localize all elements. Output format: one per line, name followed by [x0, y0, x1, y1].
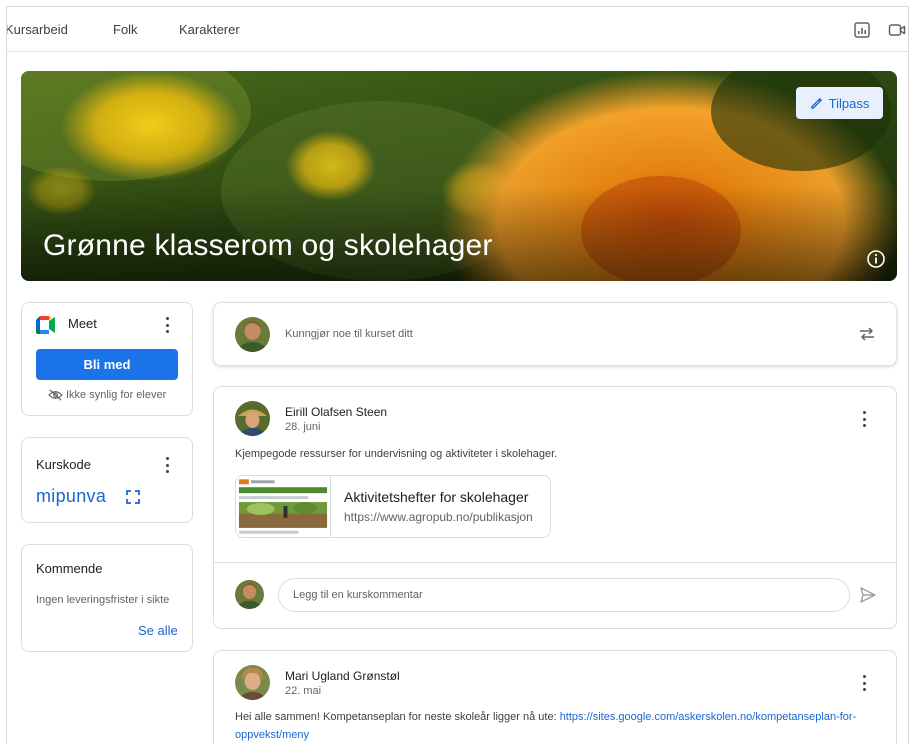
class-banner: Grønne klasserom og skolehager Tilpass	[21, 71, 897, 281]
post-more-icon[interactable]	[862, 675, 866, 691]
attachment-card[interactable]: Aktivitetshefter for skolehager https://…	[235, 475, 551, 538]
video-icon[interactable]	[888, 21, 906, 39]
post-text: Hei alle sammen! Kompetanseplan for nest…	[235, 708, 875, 744]
divider	[214, 562, 896, 563]
upcoming-label: Kommende	[36, 561, 103, 576]
attachment-thumbnail	[236, 476, 331, 537]
repost-icon[interactable]	[857, 324, 877, 344]
top-nav: Kursarbeid Folk Karakterer	[7, 7, 908, 52]
class-code-card: Kurskode mipunva	[21, 437, 193, 523]
upcoming-empty-text: Ingen leveringsfrister i sikte	[36, 594, 170, 606]
tab-karakterer[interactable]: Karakterer	[179, 22, 240, 37]
upcoming-card: Kommende Ingen leveringsfrister i sikte …	[21, 544, 193, 652]
attachment-url: https://www.agropub.no/publikasjoner	[344, 510, 532, 524]
classroom-window: Kursarbeid Folk Karakterer Grønne klasse…	[6, 6, 909, 744]
fullscreen-icon[interactable]	[126, 490, 140, 504]
see-all-link[interactable]: Se alle	[138, 623, 178, 638]
announce-box[interactable]: Kunngjør noe til kurset ditt	[213, 302, 897, 366]
tab-folk[interactable]: Folk	[113, 22, 138, 37]
visibility-note-text: Ikke synlig for elever	[66, 389, 167, 401]
visibility-note: Ikke synlig for elever	[48, 389, 166, 401]
join-meet-button[interactable]: Bli med	[36, 349, 178, 380]
class-code-value: mipunva	[36, 486, 107, 506]
info-icon[interactable]	[866, 249, 886, 269]
post-author[interactable]: Mari Ugland Grønstøl	[285, 669, 400, 683]
class-code-more-icon[interactable]	[165, 457, 169, 473]
meet-label: Meet	[68, 316, 97, 331]
post-date: 22. mai	[285, 685, 322, 697]
comment-placeholder: Legg til en kurskommentar	[293, 589, 423, 601]
eye-off-icon	[48, 389, 63, 401]
author-avatar	[235, 401, 270, 436]
stream-post: Mari Ugland Grønstøl 22. mai Hei alle sa…	[213, 650, 897, 744]
post-more-icon[interactable]	[862, 411, 866, 427]
customize-label: Tilpass	[828, 95, 870, 111]
send-icon[interactable]	[859, 586, 877, 604]
gradebook-icon[interactable]	[853, 21, 871, 39]
comment-input[interactable]: Legg til en kurskommentar	[278, 578, 850, 612]
attachment-title: Aktivitetshefter for skolehager	[344, 489, 529, 505]
meet-logo-icon	[36, 316, 55, 334]
post-author[interactable]: Eirill Olafsen Steen	[285, 405, 387, 419]
customize-button[interactable]: Tilpass	[796, 87, 883, 119]
meet-card: Meet Bli med Ikke synlig for elever	[21, 302, 193, 416]
author-avatar	[235, 665, 270, 700]
tab-kursarbeid[interactable]: Kursarbeid	[7, 22, 68, 37]
post-text: Kjempegode ressurser for undervisning og…	[235, 448, 558, 460]
avatar	[235, 317, 270, 352]
class-code-label: Kurskode	[36, 457, 91, 472]
announce-placeholder: Kunngjør noe til kurset ditt	[285, 328, 413, 340]
pencil-icon	[810, 97, 822, 109]
commenter-avatar	[235, 580, 264, 609]
stream-post: Eirill Olafsen Steen 28. juni Kjempegode…	[213, 386, 897, 629]
post-date: 28. juni	[285, 421, 321, 433]
class-title: Grønne klasserom og skolehager	[43, 229, 493, 262]
post-text-content: Hei alle sammen! Kompetanseplan for nest…	[235, 711, 560, 723]
meet-more-icon[interactable]	[165, 317, 169, 333]
